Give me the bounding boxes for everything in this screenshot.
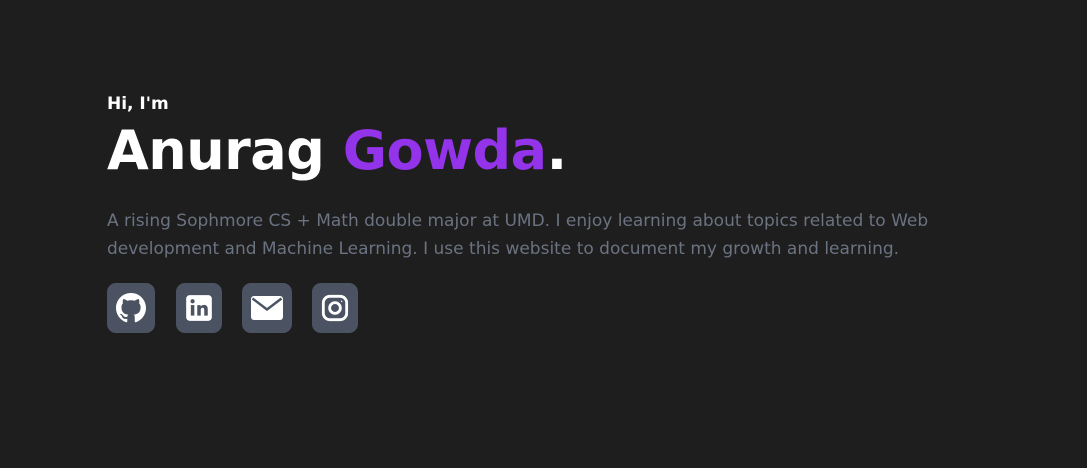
github-icon — [116, 293, 146, 323]
social-links — [107, 283, 987, 333]
email-link-button[interactable] — [242, 283, 292, 333]
first-name: Anurag — [107, 119, 343, 182]
mail-icon — [251, 296, 283, 320]
hero-section: Hi, I'm Anurag Gowda. A rising Sophmore … — [107, 92, 987, 333]
linkedin-icon — [185, 294, 213, 322]
linkedin-link-button[interactable] — [176, 283, 222, 333]
github-link-button[interactable] — [107, 283, 155, 333]
instagram-link-button[interactable] — [312, 283, 358, 333]
last-name-accent: Gowda — [342, 119, 547, 182]
page-title: Anurag Gowda. — [107, 118, 987, 184]
instagram-icon — [321, 294, 349, 322]
title-period: . — [546, 119, 568, 182]
bio-text: A rising Sophmore CS + Math double major… — [107, 211, 929, 259]
greeting-text: Hi, I'm — [107, 94, 169, 114]
